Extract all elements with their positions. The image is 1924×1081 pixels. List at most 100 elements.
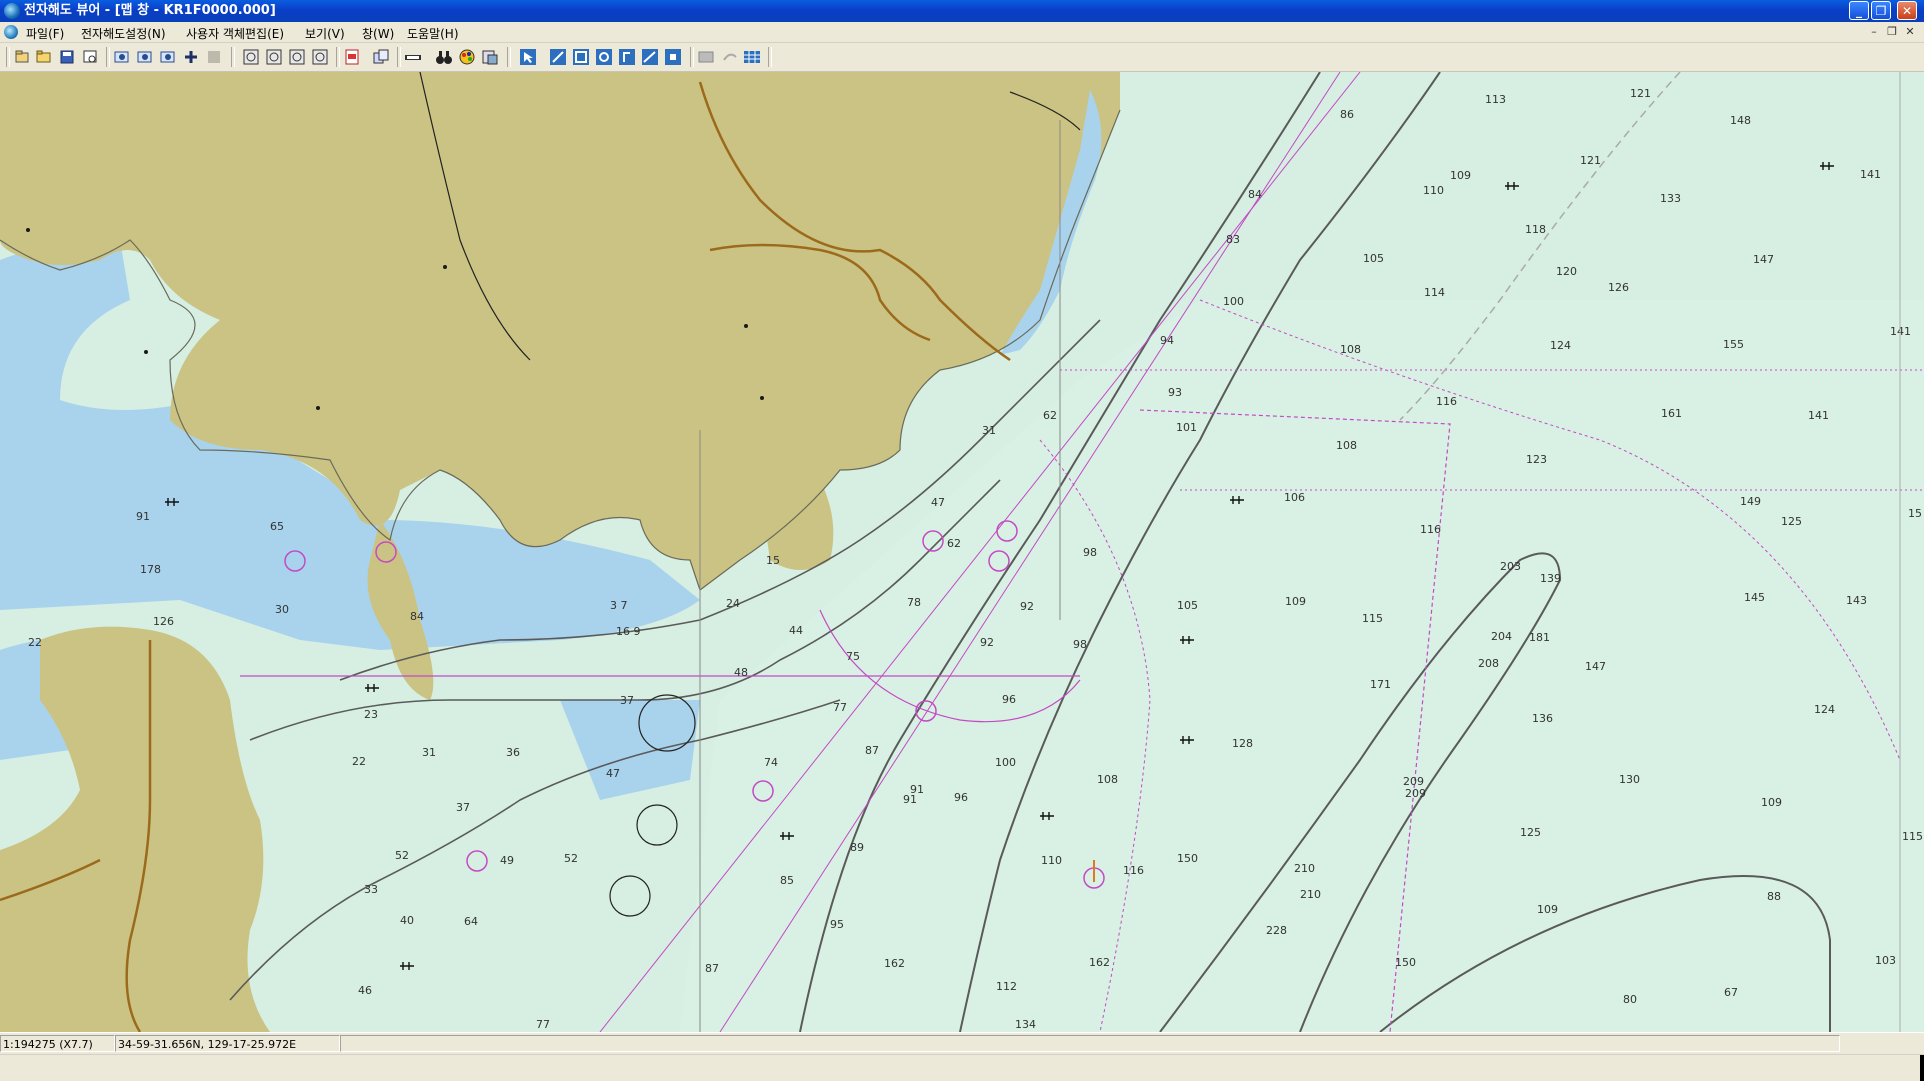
menu-help[interactable]: 도움말(H) [407,25,459,42]
minimize-button[interactable]: _ [1849,1,1869,20]
close-button[interactable]: ✕ [1897,1,1917,20]
pdf-icon[interactable] [343,48,361,66]
open-folder-icon[interactable] [35,48,53,66]
svg-text:67: 67 [1724,986,1738,999]
svg-text:86: 86 [1340,108,1354,121]
svg-text:114: 114 [1424,286,1445,299]
maximize-button[interactable]: ❐ [1871,1,1891,20]
svg-text:37: 37 [456,801,470,814]
svg-text:103: 103 [1875,954,1896,967]
svg-text:84: 84 [1248,188,1262,201]
svg-text:130: 130 [1619,773,1640,786]
svg-text:62: 62 [1043,409,1057,422]
svg-text:31: 31 [422,746,436,759]
svg-text:134: 134 [1015,1018,1036,1031]
svg-text:46: 46 [358,984,372,997]
svg-text:75: 75 [846,650,860,663]
export-icon[interactable] [182,48,200,66]
pan-icon[interactable] [549,48,567,66]
layer1-icon[interactable] [113,48,131,66]
route-icon[interactable] [618,48,636,66]
point-icon[interactable] [664,48,682,66]
rotate-icon[interactable] [595,48,613,66]
svg-text:44: 44 [789,624,803,637]
grid-icon[interactable] [743,48,761,66]
position-readout: 34-59-31.656N, 129-17-25.972E [115,1035,340,1052]
svg-text:115: 115 [1362,612,1383,625]
svg-text:116: 116 [1123,864,1144,877]
svg-text:88: 88 [1767,890,1781,903]
layer3-icon[interactable] [159,48,177,66]
svg-text:84: 84 [410,610,424,623]
svg-text:98: 98 [1073,638,1087,651]
svg-text:148: 148 [1730,114,1751,127]
measure-icon[interactable] [404,48,422,66]
menu-enc-settings[interactable]: 전자해도설정(N) [81,25,166,42]
svg-text:24: 24 [726,597,740,610]
nautical-chart[interactable]: 113 121 148 86 109 121 110 118 133 141 84 105 14… [0,72,1924,1032]
document-icon[interactable] [4,25,18,39]
title-bar: 전자해도 뷰어 - [맵 창 - KR1F0000.000] _ ❐ ✕ [0,0,1924,22]
color-palette-icon[interactable] [458,48,476,66]
svg-text:228: 228 [1266,924,1287,937]
zoom-out-icon[interactable] [265,48,283,66]
svg-text:100: 100 [1223,295,1244,308]
menu-user-object-edit[interactable]: 사용자 객체편집(E) [186,25,284,42]
svg-text:162: 162 [1089,956,1110,969]
copy-icon[interactable] [372,48,390,66]
svg-text:109: 109 [1450,169,1471,182]
svg-text:31: 31 [982,424,996,437]
svg-text:92: 92 [1020,600,1034,613]
layer2-icon[interactable] [136,48,154,66]
svg-text:139: 139 [1540,572,1561,585]
svg-text:91: 91 [136,510,150,523]
zoom-window-icon[interactable] [288,48,306,66]
svg-text:126: 126 [1608,281,1629,294]
svg-text:109: 109 [1537,903,1558,916]
svg-text:121: 121 [1580,154,1601,167]
menu-window[interactable]: 창(W) [362,25,394,42]
svg-text:74: 74 [764,756,778,769]
refresh-icon[interactable] [697,48,715,66]
svg-text:178: 178 [140,563,161,576]
redo-icon[interactable] [721,48,739,66]
menu-file[interactable]: 파일(F) [26,25,64,42]
print-preview-icon[interactable] [81,48,99,66]
svg-text:116: 116 [1420,523,1441,536]
svg-text:23: 23 [364,708,378,721]
svg-text:210: 210 [1300,888,1321,901]
zoom-in-icon[interactable] [242,48,260,66]
svg-text:116: 116 [1436,395,1457,408]
svg-text:161: 161 [1661,407,1682,420]
svg-text:126: 126 [153,615,174,628]
chart-map-canvas[interactable]: 113 121 148 86 109 121 110 118 133 141 84 105 14… [0,72,1924,1032]
find-binoculars-icon[interactable] [435,48,453,66]
svg-text:210: 210 [1294,862,1315,875]
toolbar-separator [106,47,110,67]
svg-text:52: 52 [564,852,578,865]
svg-text:155: 155 [1723,338,1744,351]
menu-view[interactable]: 보기(V) [305,25,345,42]
resize-grip[interactable] [1920,1055,1924,1081]
save-icon[interactable] [58,48,76,66]
info-icon[interactable] [481,48,499,66]
mdi-restore-button[interactable]: ❐ [1885,25,1899,39]
svg-text:92: 92 [980,636,994,649]
mdi-close-button[interactable]: ✕ [1903,25,1917,39]
toolbar-separator [336,47,340,67]
svg-text:80: 80 [1623,993,1637,1006]
svg-text:108: 108 [1336,439,1357,452]
svg-text:125: 125 [1520,826,1541,839]
area-icon[interactable] [641,48,659,66]
window-title: 전자해도 뷰어 - [맵 창 - KR1F0000.000] [24,3,276,18]
app-icon[interactable] [4,3,20,19]
zoom-box-icon[interactable] [572,48,590,66]
svg-text:16 9: 16 9 [616,625,641,638]
svg-text:22: 22 [28,636,42,649]
mdi-minimize-button[interactable]: – [1867,25,1881,39]
zoom-all-icon[interactable] [311,48,329,66]
select-arrow-icon[interactable] [519,48,537,66]
svg-text:64: 64 [464,915,478,928]
new-file-icon[interactable] [13,48,31,66]
svg-text:181: 181 [1529,631,1550,644]
